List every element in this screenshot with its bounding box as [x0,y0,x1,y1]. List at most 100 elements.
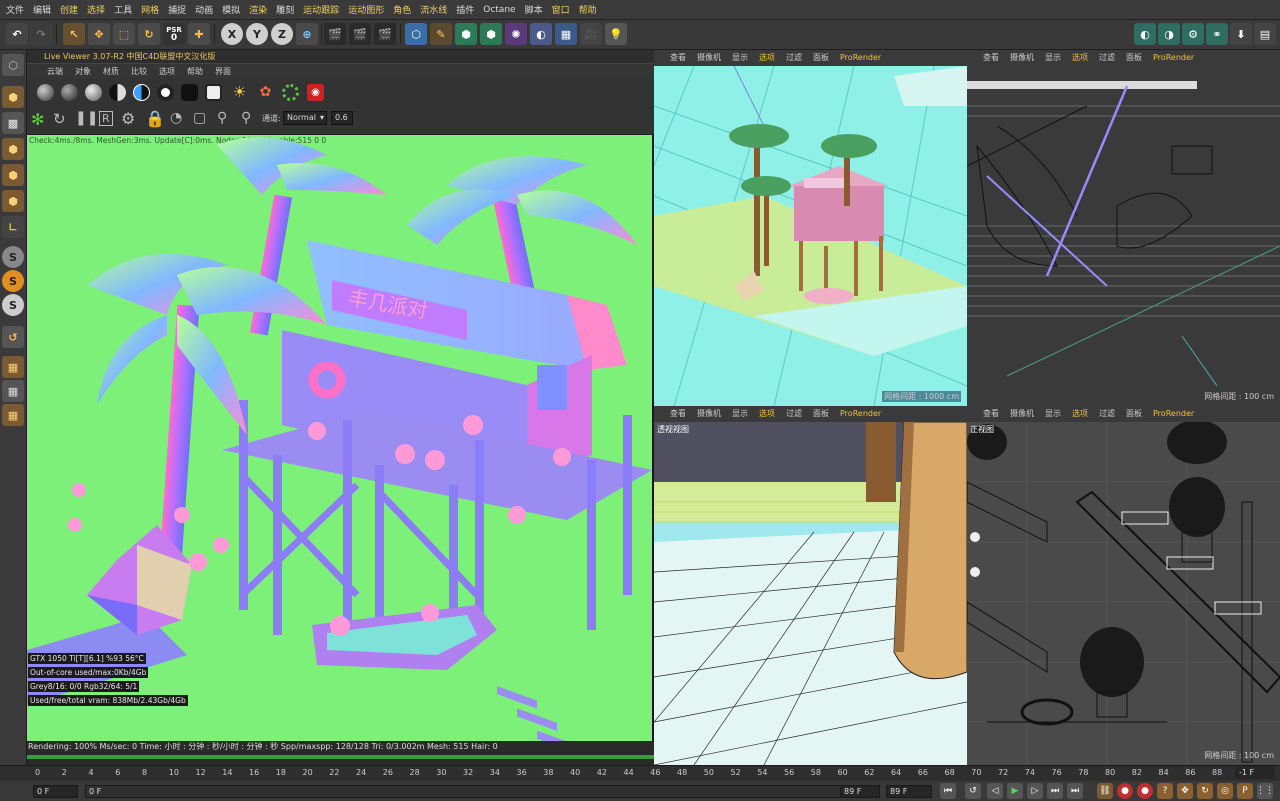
render-settings-icon[interactable]: 🎬 [374,23,396,45]
menu-item[interactable]: 创建 [60,3,78,16]
menu-item[interactable]: 工具 [114,3,132,16]
camera-icon[interactable]: 🎥 [580,23,602,45]
lock-icon[interactable]: 🔒 [145,109,165,128]
key-selection-icon[interactable]: ? [1157,783,1173,799]
pick-material-icon[interactable]: ⚲ [241,110,251,126]
menu-item[interactable]: 运动图形 [348,3,384,16]
menu-item[interactable]: 渲染 [249,3,267,16]
menu-item[interactable]: 文件 [6,3,24,16]
render-output[interactable]: Check:4ms./8ms. MeshGen:3ms. Update[C]:0… [27,135,652,741]
material-ball-icon[interactable] [109,84,126,101]
undo-icon[interactable]: ↶ [6,23,28,45]
octane-scene-icon[interactable]: ⚙ [1182,23,1204,45]
cube-primitive-icon[interactable]: ⬡ [405,23,427,45]
live-viewer-menu-item[interactable]: 选项 [159,64,175,79]
axis-z-button[interactable]: Z [271,23,293,45]
render-view-icon[interactable]: 🎬 [324,23,346,45]
snap-settings-icon[interactable]: S [2,270,24,292]
snap-icon[interactable]: S [2,246,24,268]
dope-sheet-icon[interactable]: ⋮⋮ [1256,783,1274,799]
frame-range-slider[interactable]: 0 F [85,785,880,798]
octane-material-icon[interactable]: ◑ [1158,23,1180,45]
subdivision-icon[interactable]: ⬢ [455,23,477,45]
move-tool-icon[interactable]: ✥ [88,23,110,45]
live-viewer-menu-item[interactable]: 比较 [131,64,147,79]
pen-spline-icon[interactable]: ✎ [430,23,452,45]
menu-item[interactable]: 插件 [456,3,474,16]
menu-item[interactable]: 编辑 [33,3,51,16]
region-render-icon[interactable]: R [99,111,113,126]
channel-value-field[interactable]: 0.6 [331,111,353,125]
menu-item[interactable]: 帮助 [579,3,597,16]
viewport-menu-item[interactable]: 过滤 [786,406,802,422]
points-mode-icon[interactable]: ⬢ [2,138,24,160]
viewport-menu-item[interactable]: 过滤 [1099,50,1115,66]
download-icon[interactable]: ⬇ [1230,23,1252,45]
viewport-menu-item[interactable]: ProRender [840,406,881,422]
field-icon[interactable]: ◐ [530,23,552,45]
menu-item[interactable]: 运动跟踪 [303,3,339,16]
deformer-icon[interactable]: ✺ [505,23,527,45]
live-viewer-menu-item[interactable]: 帮助 [187,64,203,79]
next-key-icon[interactable]: ⏭ [1047,783,1063,799]
start-frame-field[interactable]: 0 F [33,785,78,798]
scale-key-icon[interactable]: ◎ [1217,783,1233,799]
viewport-menu-item[interactable]: 面板 [1126,50,1142,66]
viewport-perspective-shaded[interactable]: 查看 摄像机 显示 选项 过滤 面板 ProRender 网格间距: 1000… [654,50,967,406]
live-viewer-menu-item[interactable]: 材质 [103,64,119,79]
make-editable-icon[interactable]: ⬡ [2,54,24,76]
camera-snapshot-icon[interactable]: ◉ [307,84,324,101]
refresh-material-icon[interactable] [282,84,299,101]
viewport-top-wireframe[interactable]: 查看 摄像机 显示 选项 过滤 面板 ProRender 网格间距 : 100 cm [967,50,1280,406]
viewport-menu-item[interactable]: 面板 [813,406,829,422]
viewport-menu-item[interactable]: 显示 [1045,406,1061,422]
viewport-menu-item[interactable]: 摄像机 [1010,406,1034,422]
viewport-menu-item[interactable]: 查看 [983,406,999,422]
live-viewer-menu-item[interactable]: 对象 [75,64,91,79]
layout-icon[interactable]: ▤ [1254,23,1276,45]
magnet-icon[interactable]: ↺ [2,326,24,348]
axis-y-button[interactable]: Y [246,23,268,45]
menu-item[interactable]: 窗口 [552,3,570,16]
render-picture-viewer-icon[interactable]: 🎬 [349,23,371,45]
layer-icon-3[interactable]: ▦ [2,404,24,426]
viewport-front[interactable]: 查看 摄像机 显示 选项 过滤 面板 ProRender 正视图 网格间距: … [967,406,1280,765]
keyframe-record-icon[interactable]: ⛓ [1097,783,1113,799]
pick-focus-icon[interactable]: ⚲ [217,110,227,126]
polygons-mode-icon[interactable]: ⬢ [2,190,24,212]
axis-mode-icon[interactable]: ∟ [2,216,24,238]
end-frame-field-a[interactable]: 89 F [840,785,880,798]
menu-item[interactable]: 选择 [87,3,105,16]
menu-item[interactable]: 动画 [195,3,213,16]
last-tool-icon[interactable]: ✚ [188,23,210,45]
live-viewer-menu-item[interactable]: 界面 [215,64,231,79]
send-scene-icon[interactable]: ✻ [31,110,44,129]
menu-item[interactable]: 角色 [393,3,411,16]
focus-icon[interactable]: ▢ [193,110,206,126]
scale-tool-icon[interactable]: ⬚ [113,23,135,45]
coordinate-system-icon[interactable]: ⊕ [296,23,318,45]
menu-item[interactable]: 模拟 [222,3,240,16]
menu-item[interactable]: 捕捉 [168,3,186,16]
material-ball-icon[interactable] [181,84,198,101]
clay-mode-icon[interactable]: ◔ [170,110,182,126]
go-to-start-icon[interactable]: ⏮ [940,783,956,799]
timeline-ruler[interactable]: 0 2 4 6 8 10 12 14 16 18 20 22 24 26 28 30 32 34 36 38 40 42 4… [0,765,1280,781]
restart-render-icon[interactable]: ↻ [53,110,66,128]
octane-toggle-icon[interactable]: ◐ [1134,23,1156,45]
axis-x-button[interactable]: X [221,23,243,45]
octane-link-icon[interactable]: ⚭ [1206,23,1228,45]
viewport-menu-item[interactable]: 查看 [670,50,686,66]
viewport-menu-item[interactable]: 过滤 [1099,406,1115,422]
rotate-tool-icon[interactable]: ↻ [138,23,160,45]
texture-mode-icon[interactable]: ▩ [2,112,24,134]
viewport-menu-item[interactable]: 选项 [1072,406,1088,422]
workplane-icon[interactable]: S [2,294,24,316]
viewport-menu-item[interactable]: 摄像机 [697,50,721,66]
play-icon[interactable]: ▶ [1007,783,1023,799]
position-key-icon[interactable]: ✥ [1177,783,1193,799]
layer-icon-1[interactable]: ▦ [2,356,24,378]
texture-icon[interactable]: ✿ [257,84,274,101]
auto-key-icon[interactable]: ● [1137,783,1153,799]
redo-icon[interactable]: ↷ [30,23,52,45]
